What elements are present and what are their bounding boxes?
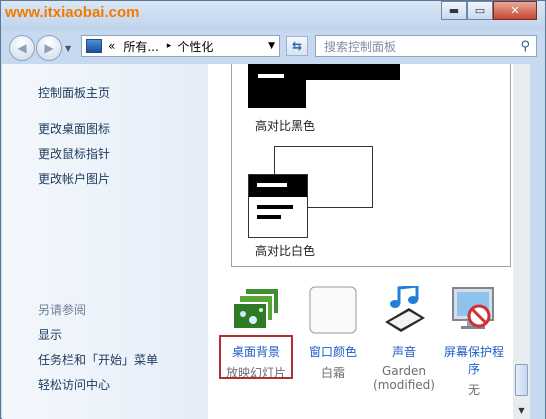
window-color-option[interactable]: 窗口颜色 白霜 (299, 286, 367, 381)
selection-highlight (219, 335, 293, 379)
theme-label-high-contrast-white[interactable]: 高对比白色 (255, 242, 315, 259)
main-content: 高对比黑色 高对比白色 桌面背景 放映幻灯片 窗口颜色 白霜 声音 Garden… (208, 64, 513, 419)
address-overflow[interactable]: « (108, 39, 115, 53)
sidebar-item-desktop-icons[interactable]: 更改桌面图标 (38, 120, 110, 137)
window-color-icon (309, 286, 357, 334)
see-also-header: 另请参阅 (38, 303, 87, 317)
sidebar: 控制面板主页 更改桌面图标 更改鼠标指针 更改帐户图片 另请参阅 显示 任务栏和… (2, 64, 208, 419)
personalization-window: www.itxiaobai.com ▬ ▭ ✕ ◀ ▶ ▼ « 所有... ▸ … (0, 0, 546, 419)
theme-thumbnail-high-contrast-black[interactable] (248, 64, 306, 108)
sound-option[interactable]: 声音 Garden (modified) (370, 284, 438, 392)
sound-value: Garden (modified) (373, 364, 435, 392)
back-button[interactable]: ◀ (9, 35, 35, 61)
screensaver-icon (452, 287, 494, 329)
forward-arrow-icon: ▶ (44, 41, 54, 55)
sidebar-item-ease-of-access[interactable]: 轻松访问中心 (38, 376, 110, 393)
theme-list: 高对比黑色 高对比白色 (231, 64, 511, 267)
scrollbar-thumb[interactable] (515, 364, 528, 396)
window-controls: ▬ ▭ ✕ (441, 1, 537, 21)
address-dropdown-icon[interactable]: ▼ (268, 41, 275, 51)
screensaver-value: 无 (467, 383, 480, 397)
screensaver-label[interactable]: 屏幕保护程序 (440, 343, 508, 377)
close-button[interactable]: ✕ (493, 1, 537, 20)
breadcrumb-separator-icon[interactable]: ▸ (167, 41, 172, 51)
screensaver-option[interactable]: 屏幕保护程序 无 (440, 286, 508, 398)
maximize-button[interactable]: ▭ (467, 1, 493, 20)
watermark-text: www.itxiaobai.com (5, 4, 140, 21)
search-placeholder: 搜索控制面板 (324, 39, 397, 54)
forward-button[interactable]: ▶ (36, 35, 62, 61)
window-color-label[interactable]: 窗口颜色 (299, 343, 367, 360)
nav-buttons: ◀ ▶ ▼ (9, 35, 71, 61)
navigation-bar: ◀ ▶ ▼ « 所有... ▸ 个性化 ▼ ⇆ 搜索控制面板 ⚲ (1, 31, 545, 63)
breadcrumb-personalization[interactable]: 个性化 (177, 38, 213, 55)
back-arrow-icon: ◀ (17, 41, 27, 55)
sidebar-item-taskbar[interactable]: 任务栏和「开始」菜单 (38, 351, 158, 368)
personalization-options: 桌面背景 放映幻灯片 窗口颜色 白霜 声音 Garden (modified) (208, 284, 513, 419)
scroll-down-icon[interactable]: ▼ (513, 402, 530, 419)
sound-label[interactable]: 声音 (370, 343, 438, 360)
window-color-value: 白霜 (320, 366, 345, 380)
sound-icon (385, 284, 425, 332)
search-icon[interactable]: ⚲ (520, 39, 530, 54)
minimize-button[interactable]: ▬ (441, 1, 467, 20)
control-panel-icon (86, 39, 102, 53)
address-bar[interactable]: « 所有... ▸ 个性化 ▼ (81, 35, 280, 57)
sidebar-item-display[interactable]: 显示 (38, 326, 62, 343)
sidebar-item-mouse-pointer[interactable]: 更改鼠标指针 (38, 145, 110, 162)
vertical-scrollbar[interactable]: ▼ (513, 64, 530, 419)
breadcrumb-all[interactable]: 所有... (123, 38, 158, 55)
sidebar-item-account-picture[interactable]: 更改帐户图片 (38, 170, 110, 187)
theme-thumbnail-high-contrast-white[interactable] (248, 174, 308, 238)
theme-thumbnail-high-contrast-black-window[interactable] (306, 64, 400, 80)
sidebar-item-home[interactable]: 控制面板主页 (38, 84, 110, 101)
desktop-background-icon (232, 287, 280, 330)
window-frame-right (530, 64, 545, 419)
search-input[interactable]: 搜索控制面板 ⚲ (315, 35, 537, 57)
refresh-icon: ⇆ (291, 39, 303, 53)
title-bar: www.itxiaobai.com ▬ ▭ ✕ (1, 1, 545, 31)
theme-label-high-contrast-black[interactable]: 高对比黑色 (255, 117, 315, 134)
recent-pages-dropdown-icon[interactable]: ▼ (65, 44, 71, 53)
refresh-button[interactable]: ⇆ (286, 36, 308, 56)
